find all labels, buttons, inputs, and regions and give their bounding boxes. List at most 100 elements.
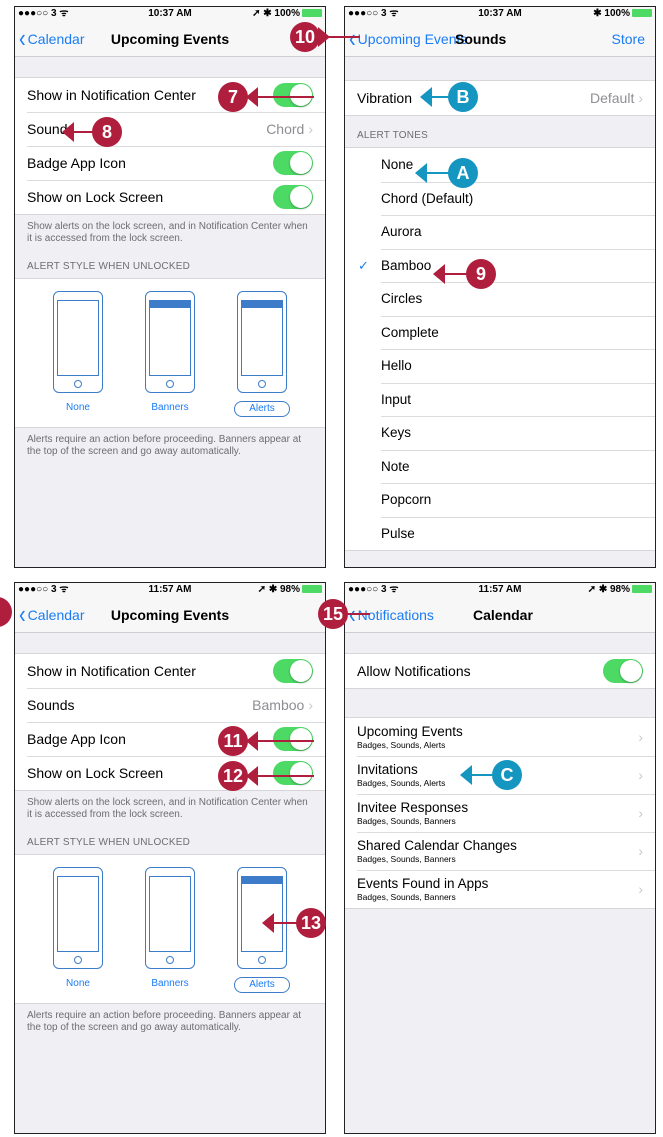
battery-icon — [632, 585, 652, 593]
nav-bar: ‹ Calendar Upcoming Events — [15, 597, 325, 633]
callout-13: 13 — [262, 908, 328, 938]
page-title: Upcoming Events — [110, 607, 230, 623]
chevron-right-icon: › — [638, 90, 643, 106]
screen-upcoming-events-2: ●●●○○ 3 ᯤ 11:57 AM ➚ ✱ 98% ‹ Calendar Upc… — [14, 582, 326, 1134]
chevron-right-icon: › — [638, 805, 643, 821]
show-in-notification-center-row[interactable]: Show in Notification Center — [15, 654, 325, 688]
tone-label: Hello — [381, 358, 412, 373]
status-bar: ●●●○○ 3 ᯤ 10:37 AM ➚ ✱ 100% — [15, 7, 325, 21]
alert-type-row[interactable]: Shared Calendar Changes Badges, Sounds, B… — [345, 832, 655, 870]
alert-style-header: ALERT STYLE WHEN UNLOCKED — [27, 261, 191, 272]
alert-type-row[interactable]: Upcoming Events Badges, Sounds, Alerts › — [345, 718, 655, 756]
vibration-group: Vibration Default › — [345, 80, 655, 116]
tone-item[interactable]: Chord (Default) — [345, 181, 655, 215]
style-none-label[interactable]: None — [50, 401, 106, 415]
nav-bar: ‹ Calendar Upcoming Events — [15, 21, 325, 57]
tone-label: Pulse — [381, 525, 415, 541]
tone-item[interactable]: Circles — [345, 282, 655, 316]
tone-label: None — [381, 157, 414, 172]
chevron-right-icon: › — [638, 729, 643, 745]
vibration-row[interactable]: Vibration Default › — [345, 81, 655, 115]
lock-screen-toggle[interactable] — [273, 185, 313, 209]
status-bar: ●●●○○ 3 ᯤ 11:57 AM ➚ ✱ 98% — [345, 583, 655, 597]
chevron-right-icon: › — [308, 121, 313, 137]
style-alerts-label[interactable]: Alerts — [234, 977, 290, 993]
battery-status: ➚ ✱ 100% — [252, 7, 322, 21]
style-none-label[interactable]: None — [50, 977, 106, 991]
alert-type-subtitle: Badges, Sounds, Banners — [357, 816, 456, 826]
tone-item[interactable]: Note — [345, 449, 655, 483]
alert-type-row[interactable]: Events Found in Apps Badges, Sounds, Bann… — [345, 870, 655, 908]
allow-notifications-group: Allow Notifications — [345, 653, 655, 689]
badge-app-icon-toggle[interactable] — [273, 151, 313, 175]
back-button[interactable]: ‹ Upcoming Events — [349, 21, 467, 57]
style-banners-label[interactable]: Banners — [142, 401, 198, 415]
nav-bar: ‹ Upcoming Events Sounds Store — [345, 21, 655, 57]
chevron-right-icon: › — [638, 843, 643, 859]
callout-B: B — [420, 82, 478, 112]
alert-type-subtitle: Badges, Sounds, Banners — [357, 892, 456, 902]
badge-app-icon-row[interactable]: Badge App Icon — [15, 146, 325, 180]
alert-tones-header: ALERT TONES — [357, 130, 428, 141]
style-banners-option[interactable] — [145, 867, 195, 969]
lock-screen-note: Show alerts on the lock screen, and in N… — [27, 221, 308, 244]
store-button[interactable]: Store — [612, 21, 645, 57]
tone-label: Complete — [381, 324, 439, 340]
tone-item[interactable]: Keys — [345, 416, 655, 450]
callout-10: 10 — [290, 22, 365, 52]
tone-label: Aurora — [381, 224, 422, 239]
status-bar: ●●●○○ 3 ᯤ 10:37 AM ✱ 100% — [345, 7, 655, 21]
status-bar: ●●●○○ 3 ᯤ 11:57 AM ➚ ✱ 98% — [15, 583, 325, 597]
alert-type-title: Invitations — [357, 762, 418, 777]
tone-item[interactable]: Complete — [345, 315, 655, 349]
style-alerts-option[interactable] — [237, 291, 287, 393]
lock-screen-note: Show alerts on the lock screen, and in N… — [27, 797, 308, 820]
allow-notifications-toggle[interactable] — [603, 659, 643, 683]
style-none-option[interactable] — [53, 867, 103, 969]
callout-15: 15 — [318, 599, 370, 629]
show-on-lock-screen-row[interactable]: Show on Lock Screen — [15, 180, 325, 214]
tone-label: Note — [381, 458, 410, 474]
page-title: Sounds — [455, 31, 507, 47]
style-alerts-label[interactable]: Alerts — [234, 401, 290, 417]
callout-A: A — [415, 158, 480, 188]
sounds-row[interactable]: Sounds Bamboo › — [15, 688, 325, 722]
alert-style-note: Alerts require an action before proceedi… — [27, 1010, 302, 1033]
style-none-option[interactable] — [53, 291, 103, 393]
tone-item[interactable]: Input — [345, 382, 655, 416]
alert-type-title: Shared Calendar Changes — [357, 838, 517, 853]
callout-12: 12 — [218, 761, 314, 791]
callout-14-partial — [0, 597, 14, 627]
screen-sounds: ●●●○○ 3 ᯤ 10:37 AM ✱ 100% ‹ Upcoming Even… — [344, 6, 656, 568]
tone-item[interactable]: ✓ Bamboo — [345, 248, 655, 282]
callout-7: 7 — [218, 82, 314, 112]
notification-center-toggle[interactable] — [273, 659, 313, 683]
tone-label: Circles — [381, 291, 423, 306]
alert-style-note: Alerts require an action before proceedi… — [27, 434, 302, 457]
style-banners-option[interactable] — [145, 291, 195, 393]
tone-item[interactable]: Aurora — [345, 215, 655, 249]
alert-type-row[interactable]: Invitee Responses Badges, Sounds, Banners… — [345, 794, 655, 832]
alert-type-subtitle: Badges, Sounds, Alerts — [357, 778, 446, 788]
battery-icon — [302, 9, 322, 17]
alert-type-title: Upcoming Events — [357, 724, 463, 739]
tone-label: Keys — [381, 425, 412, 440]
tone-item[interactable]: None — [345, 148, 655, 182]
battery-status: ➚ ✱ 98% — [588, 583, 652, 597]
calendar-alert-types-list: Upcoming Events Badges, Sounds, Alerts › In… — [345, 717, 655, 909]
tone-item[interactable]: Pulse — [345, 516, 655, 550]
style-banners-label[interactable]: Banners — [142, 977, 198, 991]
callout-11: 11 — [218, 726, 314, 756]
battery-status: ✱ 100% — [593, 7, 652, 21]
alert-style-picker: None Banners Alerts — [15, 278, 325, 428]
checkmark-icon: ✓ — [358, 257, 369, 273]
alert-type-subtitle: Badges, Sounds, Alerts — [357, 740, 446, 750]
chevron-right-icon: › — [308, 697, 313, 713]
page-title: Upcoming Events — [110, 31, 230, 47]
allow-notifications-row[interactable]: Allow Notifications — [345, 654, 655, 688]
alert-style-header: ALERT STYLE WHEN UNLOCKED — [27, 837, 191, 848]
tone-item[interactable]: Popcorn — [345, 483, 655, 517]
battery-icon — [302, 585, 322, 593]
tone-item[interactable]: Hello — [345, 349, 655, 383]
alert-type-subtitle: Badges, Sounds, Banners — [357, 854, 456, 864]
